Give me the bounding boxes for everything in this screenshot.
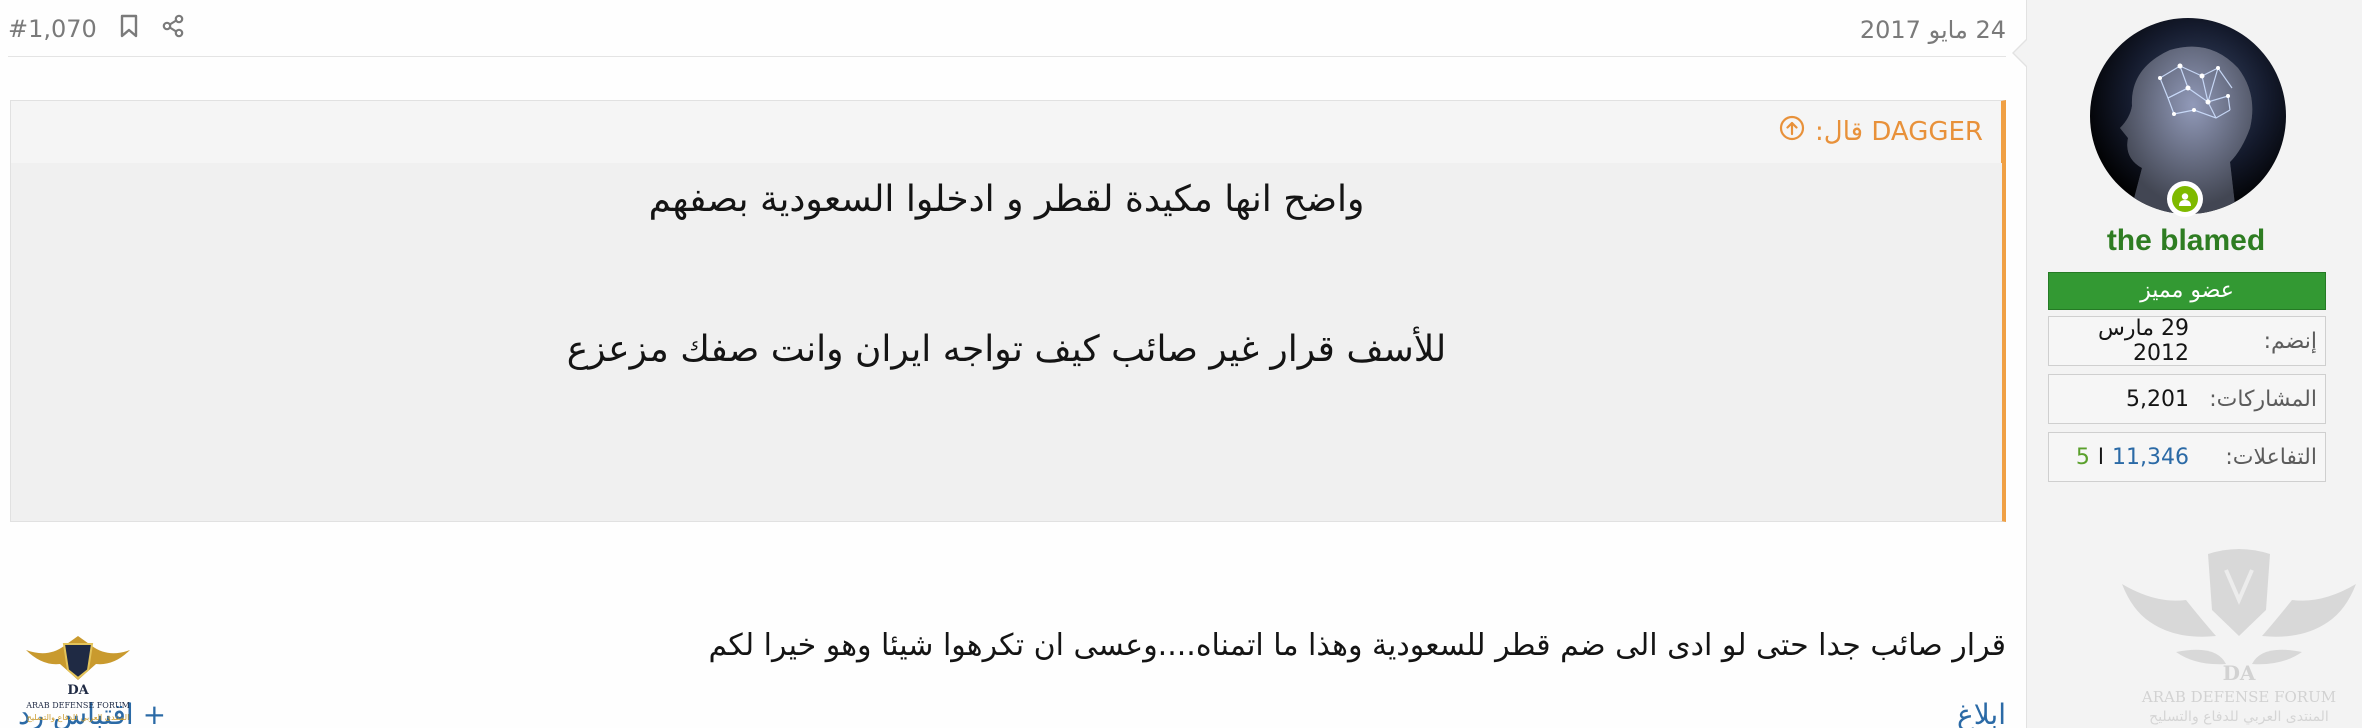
reactions-separator: ا bbox=[2097, 444, 2105, 470]
posts-value[interactable]: 5,201 bbox=[2057, 387, 2189, 412]
quote-block: DAGGER قال: واضح انها مكيدة لقطر و ادخلو… bbox=[10, 100, 2006, 522]
posts-info: المشاركات: 5,201 bbox=[2048, 374, 2326, 424]
quote-author[interactable]: DAGGER قال: bbox=[1815, 117, 1983, 147]
post-date[interactable]: 24 مايو 2017 bbox=[1860, 16, 2006, 44]
logo-monogram: DA bbox=[67, 683, 89, 698]
quote-body: واضح انها مكيدة لقطر و ادخلوا السعودية ب… bbox=[11, 163, 2002, 521]
site-logo: DA ARAB DEFENSE FORUM المنتدى العربي للد… bbox=[18, 628, 138, 728]
quote-line: واضح انها مكيدة لقطر و ادخلوا السعودية ب… bbox=[648, 179, 1365, 220]
logo-title: ARAB DEFENSE FORUM bbox=[25, 701, 130, 710]
share-icon[interactable] bbox=[161, 14, 185, 44]
watermark-subtitle: المنتدى العربي للدفاع والتسليح bbox=[2149, 709, 2329, 725]
reactions-value[interactable]: 11,346 bbox=[2112, 445, 2189, 470]
logo-subtitle: المنتدى العربي للدفاع والتسليح bbox=[27, 713, 130, 722]
user-title-badge: عضو مميز bbox=[2048, 272, 2326, 310]
reactions-secondary: 5 bbox=[2075, 444, 2090, 470]
quote-header[interactable]: DAGGER قال: bbox=[1779, 115, 1983, 148]
watermark-logo: DA ARAB DEFENSE FORUM المنتدى العربي للد… bbox=[2116, 540, 2362, 728]
bookmark-icon[interactable] bbox=[119, 14, 139, 44]
post-message: قرار صائب جدا حتى لو ادى الى ضم قطر للسع… bbox=[708, 628, 2006, 663]
joined-info: إنضم: 29 مارس 2012 bbox=[2048, 316, 2326, 366]
header-divider bbox=[8, 56, 2006, 57]
reactions-values: 11,346 ا5 bbox=[2057, 445, 2189, 470]
post-number[interactable]: #1,070 bbox=[8, 15, 97, 43]
report-link[interactable]: ابلاغ bbox=[1957, 698, 2006, 728]
posts-label: المشاركات: bbox=[2209, 386, 2317, 412]
panel-arrow-inner bbox=[2014, 39, 2028, 67]
watermark-title: ARAB DEFENSE FORUM bbox=[2141, 688, 2336, 706]
online-status-icon bbox=[2167, 181, 2203, 217]
arrow-up-circle-icon[interactable] bbox=[1779, 115, 1805, 148]
joined-label: إنضم: bbox=[2263, 328, 2317, 354]
reactions-label: التفاعلات: bbox=[2225, 444, 2317, 470]
username[interactable]: the blamed bbox=[2048, 224, 2324, 258]
post-actions: #1,070 bbox=[8, 14, 185, 44]
quote-line: للأسف قرار غير صائب كيف تواجه ايران وانت… bbox=[566, 329, 1447, 370]
watermark-monogram: DA bbox=[2223, 661, 2256, 685]
reactions-info: التفاعلات: 11,346 ا5 bbox=[2048, 432, 2326, 482]
joined-value: 29 مارس 2012 bbox=[2098, 316, 2189, 366]
